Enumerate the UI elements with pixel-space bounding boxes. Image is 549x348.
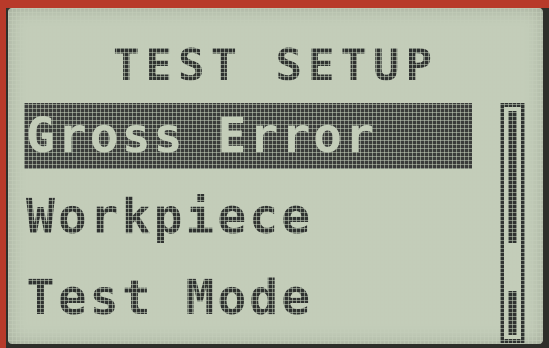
screen-title: TEST SETUP [113,40,438,91]
scrollbar-thumb[interactable] [508,291,517,335]
device-housing-top [0,0,549,8]
scrollbar[interactable] [500,103,525,343]
device-housing-left [0,0,6,348]
lcd-screen: TEST SETUP Gross Error Workpiece Test Mo… [8,8,543,344]
menu-item-gross-error[interactable]: Gross Error [24,103,472,169]
scrollbar-track-fill [508,111,517,243]
menu-item-test-mode[interactable]: Test Mode [24,265,472,331]
menu-item-workpiece[interactable]: Workpiece [24,184,472,250]
menu-list: Gross Error Workpiece Test Mode [24,103,472,344]
